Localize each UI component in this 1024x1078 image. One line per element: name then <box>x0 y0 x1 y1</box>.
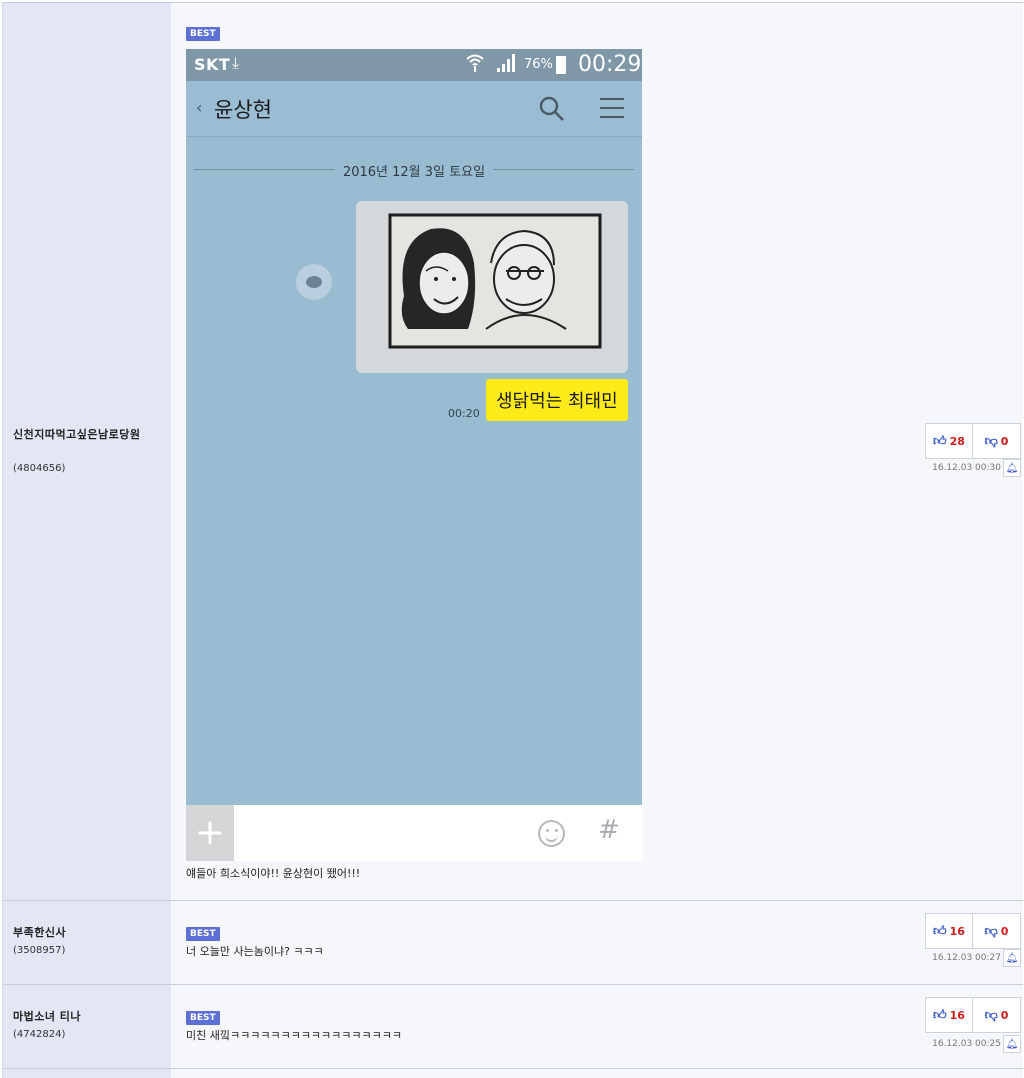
text-message-bubble: 생닭먹는 최태민 <box>486 379 628 421</box>
status-time: 00:29 <box>578 52 642 77</box>
downvote-count: 0 <box>1000 1008 1009 1022</box>
author-nickname[interactable]: 신천지따먹고싶은남로당원 <box>13 427 163 443</box>
author-id: (4804656) <box>13 463 66 474</box>
vote-buttons: 👍︎ 16 👎︎ 0 <box>925 913 1021 949</box>
downvote-count: 0 <box>1000 924 1009 938</box>
phone-status-bar: SKT ⤓ 76% 00:29 <box>186 49 642 81</box>
upvote-count: 16 <box>949 1008 965 1022</box>
report-bell-icon[interactable]: 🔔︎ <box>1003 459 1021 477</box>
upvote-button[interactable]: 👍︎ 28 <box>925 423 973 459</box>
hashtag-icon: # <box>598 815 620 845</box>
comment-meta: 16.12.03 00:30 🔔︎ <box>932 459 1021 477</box>
author-nickname[interactable]: 마법소녀 티나 <box>13 1009 163 1025</box>
wifi-icon <box>466 52 484 77</box>
comment-row: 부족한신사 (3508957) BEST 너 오늘만 사는놈이냐? ㅋㅋㅋ 👍︎… <box>3 900 1023 984</box>
thumbs-up-icon: 👍︎ <box>933 923 947 939</box>
best-badge: BEST <box>186 927 220 941</box>
comment-author-cell <box>3 1069 171 1078</box>
comment-date: 16.12.03 00:27 <box>932 953 1001 963</box>
downvote-count: 0 <box>1000 434 1009 448</box>
battery-icon <box>556 56 566 74</box>
plus-button: + <box>186 805 234 861</box>
upvote-button[interactable]: 👍︎ 16 <box>925 913 973 949</box>
downvote-button[interactable]: 👎︎ 0 <box>973 997 1021 1033</box>
back-icon: ‹ <box>196 98 203 117</box>
comment-author-cell <box>3 985 171 1068</box>
menu-icon <box>600 98 624 120</box>
battery-percent: 76% <box>524 57 553 72</box>
share-icon <box>296 264 332 300</box>
signal-icon <box>497 54 515 72</box>
comment-text: 너 오늘만 사는놈이냐? ㅋㅋㅋ <box>186 945 324 958</box>
comment-meta: 16.12.03 00:27 🔔︎ <box>932 949 1021 967</box>
comment-author-cell <box>3 901 171 984</box>
search-icon <box>539 96 564 121</box>
vote-buttons: 👍︎ 28 👎︎ 0 <box>925 423 1021 459</box>
comment-date: 16.12.03 00:30 <box>932 463 1001 473</box>
upvote-count: 28 <box>949 434 965 448</box>
chat-screenshot-image: SKT ⤓ 76% 00:29 ‹ 윤상현 2016년 12월 3일 토요일 0… <box>186 49 642 861</box>
upvote-button[interactable]: 👍︎ 16 <box>925 997 973 1033</box>
thumbs-up-icon: 👍︎ <box>933 433 947 449</box>
thumbs-down-icon: 👎︎ <box>984 433 998 449</box>
downvote-button[interactable]: 👎︎ 0 <box>973 423 1021 459</box>
best-badge: BEST <box>186 1011 220 1025</box>
comment-row: 신천지따먹고싶은남로당원 (4804656) BEST SKT ⤓ 76% 00… <box>3 2 1023 900</box>
photo-message <box>356 201 628 373</box>
author-id: (3508957) <box>13 945 66 956</box>
upvote-count: 16 <box>949 924 965 938</box>
thumbs-down-icon: 👎︎ <box>984 1007 998 1023</box>
comment-row: 마법소녀 티나 (4742824) BEST 미친 새낔ㅋㅋㅋㅋㅋㅋㅋㅋㅋㅋㅋㅋ… <box>3 984 1023 1068</box>
vote-buttons: 👍︎ 16 👎︎ 0 <box>925 997 1021 1033</box>
chat-input-bar: + # <box>186 805 642 861</box>
chat-title-bar: ‹ 윤상현 <box>186 81 642 137</box>
thumbs-down-icon: 👎︎ <box>984 923 998 939</box>
comment-list: 신천지따먹고싶은남로당원 (4804656) BEST SKT ⤓ 76% 00… <box>2 2 1023 1078</box>
emoji-icon <box>538 820 565 847</box>
carrier-label: SKT <box>194 55 231 74</box>
comment-text: 미친 새낔ㅋㅋㅋㅋㅋㅋㅋㅋㅋㅋㅋㅋㅋㅋㅋㅋㅋ <box>186 1029 403 1042</box>
download-icon: ⤓ <box>232 53 240 72</box>
report-bell-icon[interactable]: 🔔︎ <box>1003 1035 1021 1053</box>
caricature-drawing-icon <box>356 201 628 373</box>
comment-row-partial <box>3 1068 1023 1078</box>
comment-meta: 16.12.03 00:25 🔔︎ <box>932 1035 1021 1053</box>
best-badge: BEST <box>186 27 220 41</box>
message-time: 00:20 <box>448 407 480 420</box>
date-divider-label: 2016년 12월 3일 토요일 <box>334 165 494 180</box>
comment-author-cell <box>3 3 171 900</box>
author-nickname[interactable]: 부족한신사 <box>13 925 163 941</box>
date-divider: 2016년 12월 3일 토요일 <box>194 159 634 180</box>
thumbs-up-icon: 👍︎ <box>933 1007 947 1023</box>
comment-text: 얘들아 희소식이야!! 윤상현이 뙜어!!! <box>186 867 361 880</box>
comment-date: 16.12.03 00:25 <box>932 1039 1001 1049</box>
chat-room-title: 윤상현 <box>214 98 272 122</box>
author-id: (4742824) <box>13 1029 66 1040</box>
downvote-button[interactable]: 👎︎ 0 <box>973 913 1021 949</box>
report-bell-icon[interactable]: 🔔︎ <box>1003 949 1021 967</box>
